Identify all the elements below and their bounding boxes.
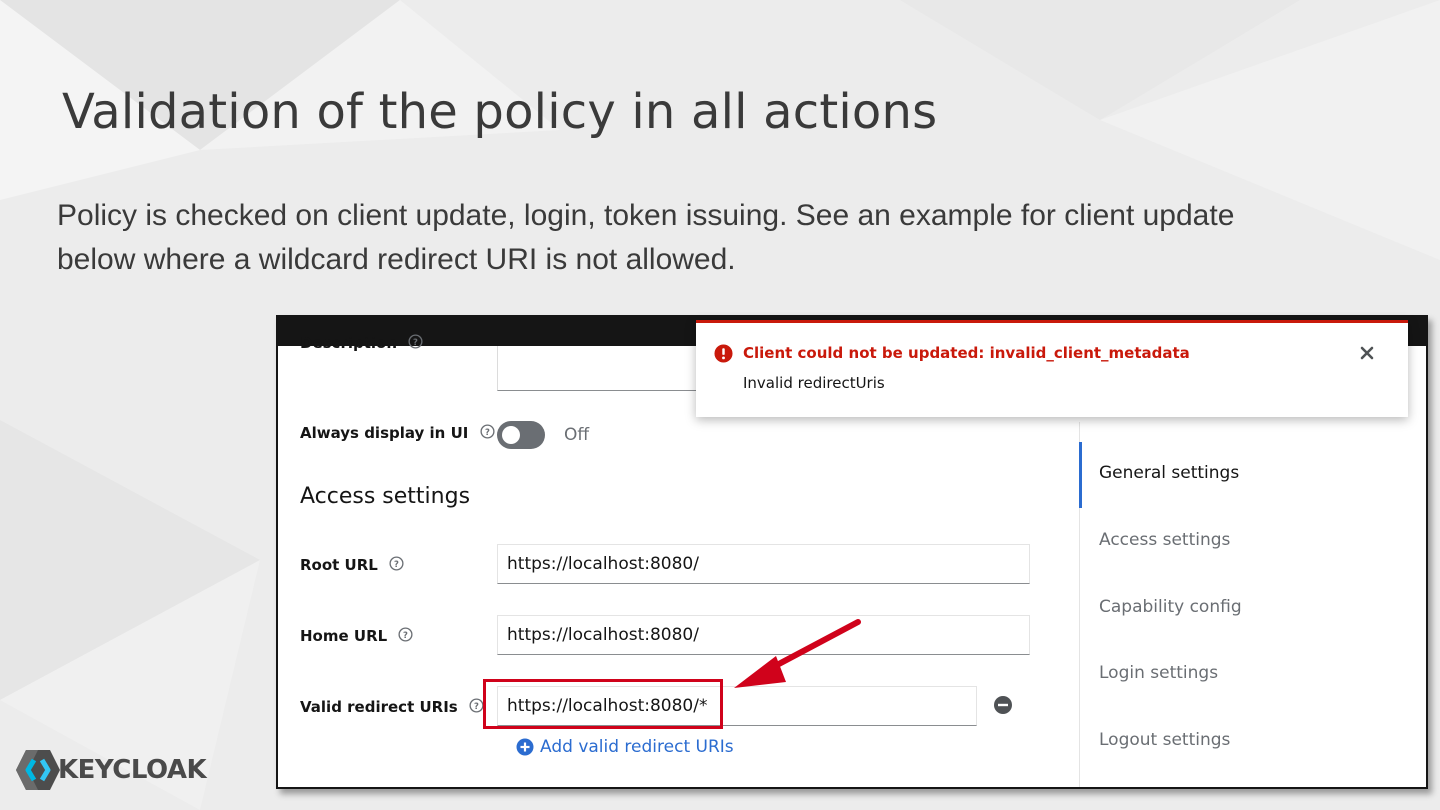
alert-description: Invalid redirectUris (743, 374, 885, 392)
svg-text:?: ? (403, 630, 408, 640)
active-indicator (1079, 442, 1082, 508)
root-url-input[interactable] (497, 544, 1030, 584)
close-icon[interactable] (1360, 345, 1374, 364)
add-redirect-uri-label: Add valid redirect URIs (540, 737, 734, 757)
alert-title: Client could not be updated: invalid_cli… (743, 344, 1190, 362)
add-redirect-uri-button[interactable]: Add valid redirect URIs (516, 737, 734, 757)
always-display-toggle[interactable] (497, 421, 545, 449)
svg-text:?: ? (394, 559, 399, 569)
always-display-state: Off (564, 425, 590, 445)
always-display-label-text: Always display in UI (300, 424, 469, 442)
redirect-uris-label: Valid redirect URIs ? (300, 698, 484, 717)
home-url-label-text: Home URL (300, 627, 388, 645)
minus-circle-icon[interactable] (993, 695, 1013, 719)
jump-link-logout-settings[interactable]: Logout settings (1099, 730, 1230, 750)
jump-link-access-settings[interactable]: Access settings (1099, 530, 1230, 550)
help-icon[interactable]: ? (480, 424, 495, 443)
jump-links-nav: General settings Access settings Capabil… (1079, 422, 1425, 787)
error-alert: Client could not be updated: invalid_cli… (696, 320, 1408, 417)
redirect-uris-label-text: Valid redirect URIs (300, 698, 458, 716)
svg-text:?: ? (413, 337, 418, 347)
keycloak-logo-icon (16, 750, 60, 790)
home-url-label: Home URL ? (300, 627, 413, 646)
help-icon[interactable]: ? (408, 334, 423, 353)
root-url-label-text: Root URL (300, 556, 378, 574)
svg-text:?: ? (485, 427, 490, 437)
description-label: Description ? (300, 334, 423, 353)
plus-circle-icon (516, 738, 534, 756)
root-url-label: Root URL ? (300, 556, 404, 575)
help-icon[interactable]: ? (398, 627, 413, 646)
svg-text:?: ? (474, 701, 479, 711)
slide-title: Validation of the policy in all actions (62, 84, 938, 140)
access-settings-heading: Access settings (300, 484, 471, 509)
slide-subtitle: Policy is checked on client update, logi… (57, 199, 1235, 276)
redirect-uri-input[interactable] (497, 686, 977, 726)
jump-link-login-settings[interactable]: Login settings (1099, 663, 1218, 683)
always-display-label: Always display in UI ? (300, 424, 495, 443)
toggle-knob (502, 426, 520, 444)
help-icon[interactable]: ? (469, 698, 484, 717)
keycloak-logo: KEYCLOAK (14, 748, 207, 792)
keycloak-logo-text: KEYCLOAK (58, 755, 207, 785)
exclamation-circle-icon (714, 344, 733, 367)
help-icon[interactable]: ? (389, 556, 404, 575)
jump-link-capability-config[interactable]: Capability config (1099, 597, 1242, 617)
home-url-input[interactable] (497, 615, 1030, 655)
description-label-text: Description (300, 334, 398, 352)
jump-link-general-settings[interactable]: General settings (1099, 463, 1239, 483)
